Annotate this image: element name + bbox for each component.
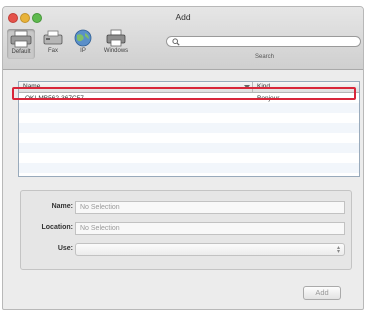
toolbar-default-button[interactable]: Default — [5, 29, 37, 59]
sort-descending-icon — [244, 85, 250, 89]
location-field[interactable]: No Selection — [75, 222, 345, 235]
empty-row — [19, 163, 359, 173]
printer-details-panel: Name: No Selection Location: No Selectio… — [20, 190, 352, 270]
titlebar: Add Default Fax IP Windows Search — [3, 7, 363, 70]
use-select[interactable]: ▴ ▾ — [75, 243, 345, 256]
printer-name-cell: OKI-MB562-367C57 — [25, 94, 84, 102]
toolbar-ip-button[interactable]: IP — [67, 29, 99, 54]
search-label: Search — [255, 54, 275, 60]
select-arrows-icon: ▴ ▾ — [336, 245, 340, 255]
list-header: Name Kind — [19, 82, 359, 93]
use-label: Use: — [57, 245, 73, 252]
list-rows: OKI-MB562-367C57 Bonjour — [19, 93, 359, 173]
empty-row — [19, 133, 359, 143]
toolbar-windows-label: Windows — [103, 48, 129, 54]
column-header-name[interactable]: Name — [23, 83, 40, 90]
windows-printer-icon — [106, 29, 126, 47]
printer-icon — [10, 30, 32, 48]
toolbar-fax-button[interactable]: Fax — [37, 29, 69, 54]
name-field[interactable]: No Selection — [75, 201, 345, 214]
fax-icon — [43, 30, 63, 45]
add-printer-window: Add Default Fax IP Windows Search Name K… — [2, 6, 364, 310]
search-field[interactable] — [166, 36, 361, 47]
toolbar-default-label: Default — [11, 49, 31, 55]
name-label: Name: — [51, 203, 73, 210]
toolbar-fax-label: Fax — [47, 48, 58, 54]
empty-row — [19, 113, 359, 123]
globe-icon — [74, 29, 92, 47]
empty-row — [19, 123, 359, 133]
empty-row — [19, 103, 359, 113]
toolbar-ip-label: IP — [80, 48, 86, 54]
empty-row — [19, 153, 359, 163]
column-header-kind[interactable]: Kind — [257, 83, 270, 90]
toolbar-windows-button[interactable]: Windows — [100, 29, 132, 54]
search-icon — [172, 38, 180, 46]
printer-kind-cell: Bonjour — [257, 94, 280, 102]
column-divider — [252, 82, 253, 92]
add-button[interactable]: Add — [303, 286, 341, 300]
printer-list[interactable]: Name Kind OKI-MB562-367C57 Bonjour — [18, 81, 360, 177]
empty-row — [19, 143, 359, 153]
location-label: Location: — [41, 224, 74, 231]
printer-row[interactable]: OKI-MB562-367C57 Bonjour — [19, 93, 359, 103]
window-title: Add — [175, 12, 191, 22]
